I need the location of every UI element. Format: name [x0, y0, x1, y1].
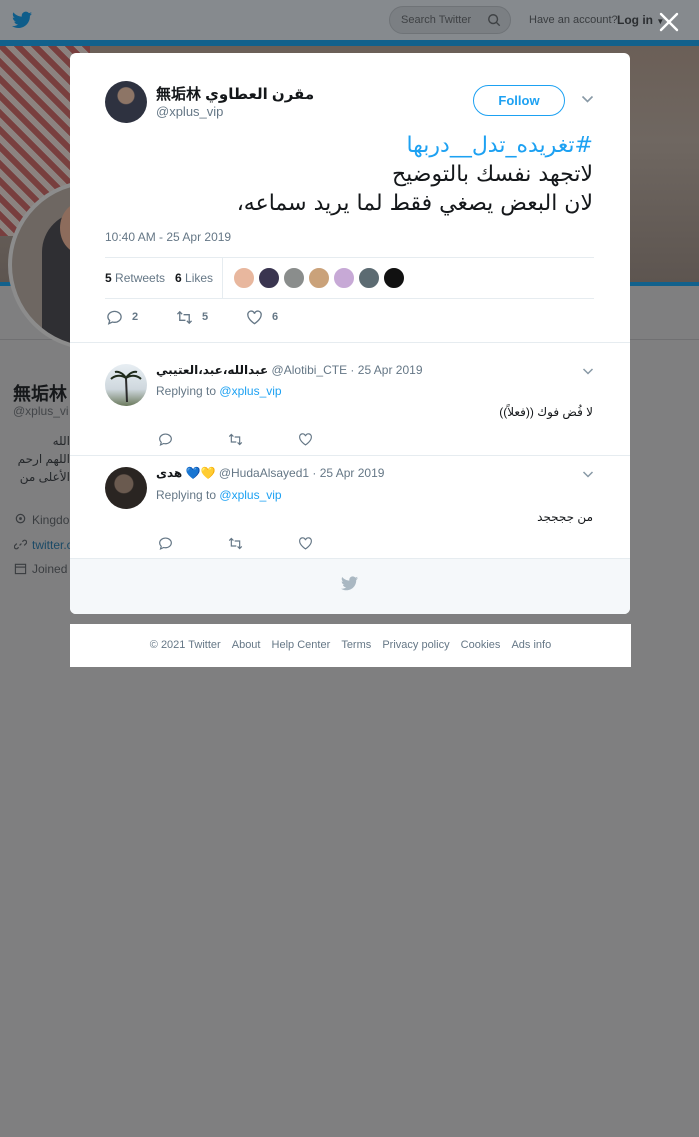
reply-button[interactable]: 2 [106, 308, 138, 326]
retweets-count: 5 [105, 271, 112, 285]
tweet-stats: 5 Retweets 6 Likes [105, 257, 594, 299]
liker-avatar[interactable] [308, 267, 330, 289]
heart-icon[interactable] [298, 432, 313, 447]
reply-tweet[interactable]: هدى 💙💛 @HudaAlsayed1 · 25 Apr 2019 Reply… [70, 455, 630, 558]
retweet-icon[interactable] [228, 536, 243, 551]
login-label: Log in [617, 13, 653, 27]
reply-header: عبدالله،عبد،العتيبي @Alotibi_CTE · 25 Ap… [156, 363, 423, 377]
replying-to: Replying to @xplus_vip [156, 488, 282, 502]
palm-tree-icon [110, 370, 142, 403]
reply-icon[interactable] [158, 432, 173, 447]
bio-line: الأعلى من [19, 470, 70, 484]
twitter-bird-icon[interactable] [12, 11, 32, 29]
reply-author-handle[interactable]: @HudaAlsayed1 [219, 466, 309, 480]
tweet-timestamp[interactable]: 10:40 AM - 25 Apr 2019 [105, 230, 231, 244]
have-account-text: Have an account? [529, 14, 618, 26]
chevron-down-icon[interactable] [582, 470, 594, 479]
reply-icon [107, 310, 122, 325]
joined-text: Joined [32, 562, 68, 576]
link-text: twitter.c [32, 538, 73, 552]
reply-author-handle[interactable]: @Alotibi_CTE [272, 363, 348, 377]
retweets-stat[interactable]: 5 Retweets [105, 271, 165, 285]
reply-count: 2 [132, 311, 139, 323]
footer-link-privacy[interactable]: Privacy policy [382, 639, 449, 651]
like-count: 6 [272, 311, 279, 323]
bio-line: اللهم ارحم [17, 452, 70, 466]
heart-icon [247, 309, 262, 324]
liker-avatar[interactable] [283, 267, 305, 289]
likes-stat[interactable]: 6 Likes [175, 271, 213, 285]
footer-link-help[interactable]: Help Center [272, 639, 331, 651]
reply-emoji: 💙💛 [185, 466, 216, 480]
liker-avatar[interactable] [258, 267, 280, 289]
retweet-button[interactable]: 5 [176, 308, 208, 326]
stats-divider [222, 258, 223, 299]
profile-joined: Joined [14, 562, 67, 576]
author-avatar[interactable] [105, 81, 147, 123]
liker-avatar[interactable] [383, 267, 405, 289]
retweet-icon[interactable] [228, 432, 243, 447]
footer-link-ads[interactable]: Ads info [511, 639, 551, 651]
author-handle[interactable]: @xplus_vip [156, 104, 223, 119]
author-name[interactable]: 無垢林 مقرن العطاوي [156, 83, 314, 104]
liker-avatar[interactable] [333, 267, 355, 289]
likes-label: Likes [185, 271, 214, 285]
heart-icon[interactable] [298, 536, 313, 551]
footer-copyright: © 2021 Twitter [149, 639, 221, 651]
liker-avatar[interactable] [233, 267, 255, 289]
tweet-text: #تغريده_تدل__دربها لاتجهد نفسك بالتوضيح … [100, 131, 593, 218]
top-navigation-bar: Search Twitter Have an account? Log in ▼ [0, 0, 699, 40]
retweet-count: 5 [202, 311, 209, 323]
reply-date[interactable]: 25 Apr 2019 [358, 363, 423, 377]
profile-location: Kingdo [14, 513, 69, 527]
profile-bio: الله اللهم ارحم الأعلى من [12, 432, 70, 486]
replying-to: Replying to @xplus_vip [156, 384, 282, 398]
profile-link[interactable]: twitter.c [14, 538, 73, 552]
footer-link-terms[interactable]: Terms [341, 639, 371, 651]
profile-name: 無垢林 [13, 384, 67, 404]
location-text: Kingdo [32, 513, 70, 527]
twitter-bird-icon [341, 576, 358, 591]
chevron-down-icon[interactable] [582, 367, 594, 376]
replying-label: Replying to [156, 384, 217, 398]
reply-header: هدى 💙💛 @HudaAlsayed1 · 25 Apr 2019 [156, 466, 385, 480]
footer-links: © 2021 Twitter About Help Center Terms P… [70, 639, 631, 651]
reply-avatar[interactable] [105, 467, 147, 509]
tweet-hashtag[interactable]: #تغريده_تدل__دربها [100, 131, 593, 160]
chevron-down-icon[interactable] [581, 94, 594, 104]
like-button[interactable]: 6 [246, 308, 278, 326]
reply-author-name[interactable]: عبدالله،عبد،العتيبي [156, 363, 268, 377]
reply-text: لا فُض فوك ((فعلاً)) [499, 405, 593, 419]
footer-link-cookies[interactable]: Cookies [461, 639, 501, 651]
liker-avatar[interactable] [358, 267, 380, 289]
reply-author-name[interactable]: هدى [156, 466, 182, 480]
replying-to-link[interactable]: @xplus_vip [219, 488, 281, 502]
reply-tweet[interactable]: عبدالله،عبد،العتيبي @Alotibi_CTE · 25 Ap… [70, 342, 630, 455]
profile-handle: @xplus_vi [13, 404, 69, 418]
retweet-icon [176, 310, 193, 324]
search-placeholder: Search Twitter [401, 14, 472, 26]
tweet-text-line: لاتجهد نفسك بالتوضيح [391, 162, 593, 187]
site-footer: © 2021 Twitter About Help Center Terms P… [70, 624, 631, 667]
bio-line: الله [52, 434, 70, 448]
tweet-text-line: لان البعض يصغي فقط لما يريد سماعه، [236, 191, 593, 216]
retweets-label: Retweets [115, 271, 166, 285]
likes-count: 6 [175, 271, 182, 285]
replying-to-link[interactable]: @xplus_vip [219, 384, 281, 398]
replying-label: Replying to [156, 488, 217, 502]
follow-button[interactable]: Follow [473, 85, 565, 116]
search-icon[interactable] [487, 13, 501, 27]
footer-link-about[interactable]: About [232, 639, 261, 651]
reply-icon[interactable] [158, 536, 173, 551]
link-icon [14, 539, 27, 550]
reply-avatar[interactable] [105, 364, 147, 406]
reply-text: من ججججد [537, 510, 593, 524]
location-pin-icon [15, 513, 26, 524]
search-box[interactable]: Search Twitter [389, 6, 511, 34]
modal-footer [70, 558, 630, 614]
tweet-modal: 無垢林 مقرن العطاوي @xplus_vip Follow #تغري… [70, 53, 630, 614]
calendar-icon [14, 563, 27, 575]
reply-date[interactable]: 25 Apr 2019 [320, 466, 385, 480]
close-icon[interactable] [656, 9, 682, 35]
